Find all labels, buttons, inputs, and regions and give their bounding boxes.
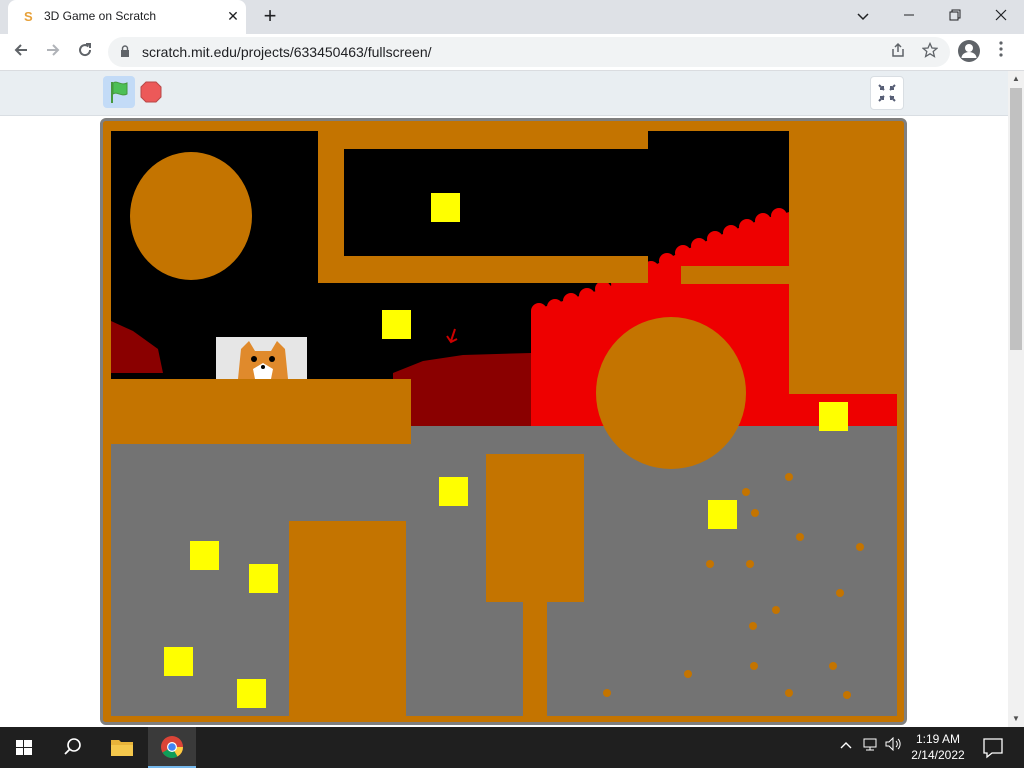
volume-icon bbox=[885, 736, 901, 752]
scroll-down-icon[interactable]: ▼ bbox=[1008, 711, 1024, 727]
chevron-down-icon bbox=[857, 13, 869, 21]
profile-avatar-icon[interactable] bbox=[958, 40, 980, 62]
scratch-controls bbox=[0, 71, 1008, 116]
reload-button[interactable] bbox=[72, 40, 98, 64]
stop-button[interactable] bbox=[139, 80, 163, 104]
right-wall-block bbox=[789, 131, 897, 394]
coin bbox=[190, 541, 219, 570]
minimize-button[interactable] bbox=[886, 4, 932, 28]
coin bbox=[237, 679, 266, 708]
url-text: scratch.mit.edu/projects/633450463/fulls… bbox=[142, 44, 432, 60]
clock-date: 2/14/2022 bbox=[911, 748, 965, 762]
scroll-up-icon[interactable]: ▲ bbox=[1008, 71, 1024, 87]
clock-time: 1:19 AM bbox=[915, 732, 961, 746]
green-flag-icon bbox=[111, 81, 128, 103]
tab-strip: S 3D Game on Scratch ✕ + bbox=[0, 0, 1024, 34]
coin bbox=[819, 402, 848, 431]
restore-button[interactable] bbox=[932, 4, 978, 28]
scratch-favicon-icon: S bbox=[24, 9, 33, 24]
network-icon bbox=[863, 738, 877, 751]
right-ledge bbox=[681, 266, 791, 284]
floor-block-left bbox=[289, 521, 406, 716]
lock-icon bbox=[121, 45, 129, 57]
coin bbox=[164, 647, 193, 676]
file-explorer-button[interactable] bbox=[98, 727, 146, 768]
arrow-right-icon bbox=[47, 44, 60, 56]
tab-title: 3D Game on Scratch bbox=[44, 9, 157, 23]
left-platform bbox=[111, 379, 411, 444]
coin bbox=[249, 564, 278, 593]
browser-tab[interactable]: S 3D Game on Scratch ✕ bbox=[8, 0, 246, 34]
coin bbox=[708, 500, 737, 529]
green-flag-button[interactable] bbox=[103, 76, 135, 108]
chevron-up-icon bbox=[840, 742, 852, 749]
coin bbox=[431, 193, 460, 222]
left-circle-pillar bbox=[130, 152, 252, 280]
notifications-button[interactable] bbox=[970, 727, 1018, 768]
restore-icon bbox=[949, 9, 961, 21]
player-cat-sprite bbox=[216, 337, 307, 379]
arrow-left-icon bbox=[14, 44, 27, 56]
floor-block-center bbox=[486, 454, 584, 602]
exit-fullscreen-icon bbox=[878, 84, 896, 102]
back-button[interactable] bbox=[8, 40, 34, 64]
top-wall-bottom bbox=[318, 256, 648, 283]
new-tab-button[interactable]: + bbox=[258, 5, 282, 29]
chrome-taskbar-button[interactable] bbox=[148, 727, 196, 768]
close-window-button[interactable] bbox=[978, 4, 1024, 28]
coin bbox=[439, 477, 468, 506]
search-icon bbox=[64, 738, 81, 755]
show-hidden-icons-button[interactable] bbox=[840, 737, 852, 752]
exit-fullscreen-button[interactable] bbox=[870, 76, 904, 110]
share-icon[interactable] bbox=[888, 42, 908, 62]
start-button[interactable] bbox=[0, 727, 48, 768]
search-button[interactable] bbox=[48, 727, 96, 768]
chrome-icon bbox=[161, 736, 183, 758]
forward-button[interactable] bbox=[40, 40, 66, 64]
right-circle-pillar bbox=[596, 317, 746, 469]
close-icon bbox=[995, 9, 1007, 21]
volume-button[interactable] bbox=[885, 736, 903, 754]
tab-close-button[interactable]: ✕ bbox=[224, 7, 242, 25]
address-bar[interactable]: scratch.mit.edu/projects/633450463/fulls… bbox=[108, 37, 950, 67]
scrollbar-thumb[interactable] bbox=[1010, 88, 1022, 350]
tab-search-button[interactable] bbox=[840, 4, 886, 28]
reload-icon bbox=[79, 43, 92, 57]
taskbar-clock[interactable]: 1:19 AM 2/14/2022 bbox=[906, 731, 970, 763]
browser-menu-icon[interactable] bbox=[994, 40, 1008, 64]
minimize-icon bbox=[904, 14, 914, 16]
windows-logo-icon bbox=[16, 740, 32, 755]
game-canvas[interactable] bbox=[103, 121, 904, 722]
top-wall-bar bbox=[318, 131, 648, 149]
windows-taskbar: 1:19 AM 2/14/2022 bbox=[0, 727, 1024, 768]
bookmark-star-icon[interactable] bbox=[920, 41, 940, 62]
network-button[interactable] bbox=[862, 737, 878, 754]
floor-post bbox=[523, 601, 547, 716]
notification-icon bbox=[983, 738, 1003, 759]
folder-icon bbox=[111, 740, 133, 756]
game-stage[interactable] bbox=[100, 118, 907, 725]
stop-sign-icon bbox=[140, 81, 162, 103]
browser-toolbar: scratch.mit.edu/projects/633450463/fulls… bbox=[0, 34, 1024, 71]
coin bbox=[382, 310, 411, 339]
